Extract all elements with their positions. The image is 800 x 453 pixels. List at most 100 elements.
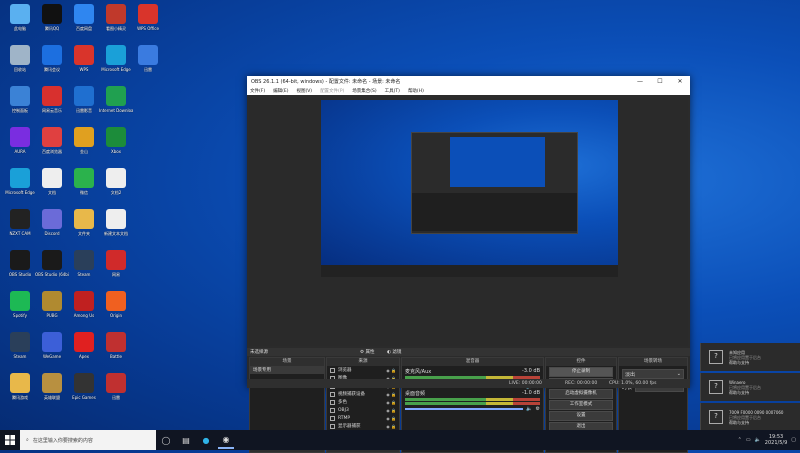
source-item[interactable]: RTMP ◉ 🔒 <box>327 414 399 422</box>
menu-item[interactable]: 配置文件(P) <box>320 88 344 94</box>
clock[interactable]: 19:53 2021/5/9 <box>765 434 787 446</box>
start-button[interactable] <box>0 430 20 450</box>
desktop-icon[interactable]: 迅雷 <box>99 373 133 400</box>
desktop-icon[interactable]: 百度网盘 <box>67 4 101 31</box>
gear-icon[interactable]: ⚙ <box>536 406 540 412</box>
desktop-icon[interactable]: 文档2 <box>99 168 133 195</box>
desktop-icon[interactable]: Xbox <box>99 127 133 154</box>
properties-button[interactable]: ⚙ 属性 <box>360 349 374 355</box>
edge-icon[interactable]: ● <box>198 432 214 448</box>
control-button[interactable]: 停止录制 <box>549 367 613 377</box>
desktop-icon[interactable]: NZXT CAM <box>3 209 37 236</box>
desktop-icon[interactable]: Origin <box>99 291 133 318</box>
source-item[interactable]: 视频捕获设备 ◉ 🔒 <box>327 390 399 398</box>
desktop-icon[interactable]: AURA <box>3 127 37 154</box>
source-item[interactable]: 浏览器 ◉ 🔒 <box>327 366 399 374</box>
desktop-icon[interactable]: 回收站 <box>3 45 37 72</box>
menu-item[interactable]: 文件(F) <box>250 88 265 94</box>
app-icon <box>138 4 158 24</box>
desktop-icon[interactable]: 金山 <box>67 127 101 154</box>
desktop-icon[interactable]: WPS <box>67 45 101 72</box>
desktop-icon[interactable]: Spotify <box>3 291 37 318</box>
scene-item[interactable]: 场景专用 <box>250 366 324 374</box>
menu-item[interactable]: 场景集合(S) <box>352 88 376 94</box>
menu-item[interactable]: 工具(T) <box>385 88 400 94</box>
obs-taskbar-icon[interactable]: ◉ <box>218 431 234 449</box>
desktop-icon[interactable]: 腾讯游戏 <box>3 373 37 400</box>
desktop-icon[interactable]: OBS Studio <box>3 250 37 277</box>
maximize-icon[interactable]: ☐ <box>650 78 670 85</box>
desktop-icon[interactable]: 迅雷 <box>131 45 165 72</box>
filters-button[interactable]: ◐ 滤镜 <box>387 349 401 355</box>
desktop-icon[interactable]: 微信 <box>67 168 101 195</box>
speaker-icon[interactable]: 🔈 <box>526 406 532 412</box>
windows-icon <box>5 435 15 445</box>
desktop-icon[interactable]: Steam <box>3 332 37 359</box>
source-item[interactable]: OBJ3 ◉ 🔒 <box>327 406 399 414</box>
desktop-icon[interactable]: 网易云音乐 <box>35 86 69 113</box>
network-icon[interactable]: ▭ <box>746 437 751 443</box>
desktop-icon-label: 文档 <box>48 190 56 195</box>
task-view-icon[interactable]: ◯ <box>158 432 174 448</box>
desktop-icon[interactable]: 腾讯QQ <box>35 4 69 31</box>
desktop-icon[interactable]: 迅雷影音 <box>67 86 101 113</box>
eye-icon[interactable]: ◉ 🔒 <box>386 392 396 397</box>
control-button[interactable]: 工作室模式 <box>549 400 613 410</box>
task-view-button[interactable]: ▤ <box>178 432 194 448</box>
eye-icon[interactable]: ◉ 🔒 <box>386 424 396 429</box>
eye-icon[interactable]: ◉ 🔒 <box>386 400 396 405</box>
desktop-icon[interactable]: Epic Games <box>67 373 101 400</box>
source-item[interactable]: 显示器捕获 ◉ 🔒 <box>327 422 399 430</box>
menu-item[interactable]: 编辑(E) <box>273 88 288 94</box>
volume-slider[interactable] <box>405 408 524 410</box>
desktop-icon[interactable]: 百度浏览器 <box>35 127 69 154</box>
close-icon[interactable]: ✕ <box>670 78 690 85</box>
desktop-icon[interactable]: 文件夹 <box>67 209 101 236</box>
desktop-icon[interactable]: Microsoft Edge <box>3 168 37 195</box>
desktop-icon[interactable]: Steam <box>67 250 101 277</box>
obs-title-bar[interactable]: OBS 26.1.1 (64-bit, windows) - 配置文件: 未命名… <box>247 76 690 86</box>
desktop-icon[interactable]: WeGame <box>35 332 69 359</box>
desktop-icon[interactable]: 新建文本文档 <box>99 209 133 236</box>
app-icon <box>74 45 94 65</box>
desktop-icon[interactable]: Apex <box>67 332 101 359</box>
control-button[interactable]: 启动虚拟摄像机 <box>549 389 613 399</box>
notification-toast[interactable]: ? Winaero 已将应用置于后台 帮助与支持 <box>700 373 800 401</box>
desktop-icon[interactable]: Discord <box>35 209 69 236</box>
desktop-icon[interactable]: 此电脑 <box>3 4 37 31</box>
notification-toast[interactable]: ? 未知应用 已将应用置于后台 帮助与支持 <box>700 343 800 371</box>
desktop-icon-label: 腾讯QQ <box>44 26 60 31</box>
desktop-icon-label: OBS Studio (64bit) <box>35 272 69 277</box>
transition-select[interactable]: 淡出 ⌄ <box>622 369 684 379</box>
desktop-icon[interactable]: 英雄联盟 <box>35 373 69 400</box>
notification-center-icon[interactable]: ▢ <box>791 437 796 443</box>
desktop-icon[interactable]: 腾讯会议 <box>35 45 69 72</box>
desktop-icon[interactable]: PUBG <box>35 291 69 318</box>
chevron-up-icon[interactable]: ⌃ <box>738 437 742 443</box>
obs-window[interactable]: OBS 26.1.1 (64-bit, windows) - 配置文件: 未命名… <box>247 76 690 453</box>
eye-icon[interactable]: ◉ 🔒 <box>386 408 396 413</box>
menu-item[interactable]: 帮助(H) <box>408 88 424 94</box>
taskbar-search[interactable]: ⌕ 在这里输入你要搜索的内容 <box>20 430 156 450</box>
desktop-icon[interactable]: Battle <box>99 332 133 359</box>
desktop-icon[interactable]: 网易 <box>99 250 133 277</box>
desktop-icon[interactable]: 看图小精灵 <box>99 4 133 31</box>
desktop-icon[interactable]: WPS Office <box>131 4 165 31</box>
desktop-icon[interactable]: 控制面板 <box>3 86 37 113</box>
notification-toast[interactable]: ? 7009 F0000 0090 0007060 已将应用置于后台 帮助与支持 <box>700 403 800 431</box>
desktop-icon[interactable]: OBS Studio (64bit) <box>35 250 69 277</box>
desktop-icon[interactable]: Microsoft Edge <box>99 45 133 72</box>
obs-preview[interactable]: 未选择源 <box>249 98 688 356</box>
desktop-icon[interactable]: Among Us <box>67 291 101 318</box>
desktop-icon[interactable]: Internet Download <box>99 86 133 113</box>
desktop-icon-label: WeGame <box>42 354 62 359</box>
eye-icon[interactable]: ◉ 🔒 <box>386 368 396 373</box>
source-item[interactable]: 多色 ◉ 🔒 <box>327 398 399 406</box>
minimize-icon[interactable]: — <box>630 78 650 85</box>
volume-icon[interactable]: 🔈 <box>755 437 761 443</box>
menu-item[interactable]: 视图(V) <box>296 88 312 94</box>
control-button[interactable]: 设置 <box>549 411 613 421</box>
desktop-icon[interactable]: 文档 <box>35 168 69 195</box>
eye-icon[interactable]: ◉ 🔒 <box>386 416 396 421</box>
search-input[interactable]: 在这里输入你要搜索的内容 <box>33 437 93 444</box>
